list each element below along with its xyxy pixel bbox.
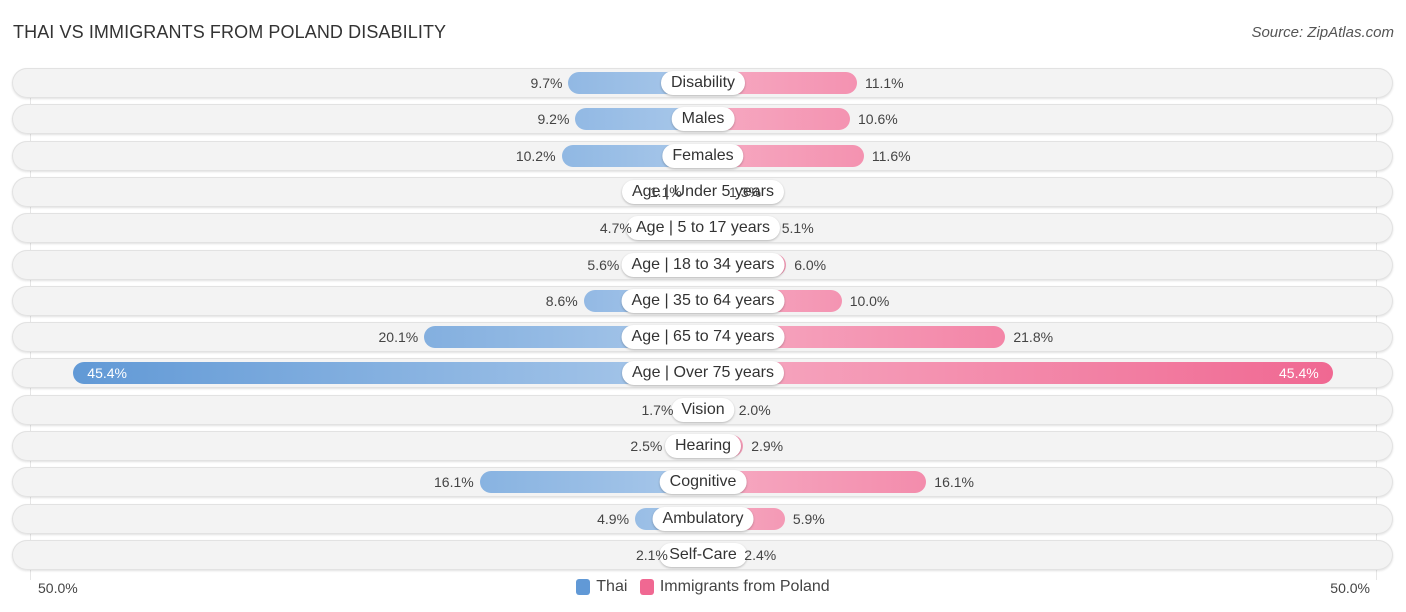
chart-row: Age | 35 to 64 years 8.6% 10.0% xyxy=(12,285,1393,316)
value-label-poland: 2.9% xyxy=(751,438,784,454)
value-label-thai: 4.9% xyxy=(597,510,630,527)
chart-title: THAI VS IMMIGRANTS FROM POLAND DISABILIT… xyxy=(13,22,447,42)
value-label-poland: 2.4% xyxy=(744,546,777,563)
chart-row: Self-Care 2.1% 2.4% xyxy=(12,539,1393,570)
value-label-poland: 5.9% xyxy=(792,510,825,527)
category-label: Age | 18 to 34 years xyxy=(621,252,785,277)
value-label-poland: 45.4% xyxy=(1279,365,1319,382)
value-label-poland: 2.0% xyxy=(738,401,771,418)
value-label-poland: 16.1% xyxy=(934,474,974,491)
category-label: Age | 65 to 74 years xyxy=(621,325,785,350)
category-label: Disability xyxy=(660,71,746,95)
chart-row: Age | 18 to 34 years 5.6% 6.0% xyxy=(12,249,1393,280)
value-label-thai: 9.7% xyxy=(530,75,563,91)
category-label: Cognitive xyxy=(659,470,747,495)
value-label-thai: 5.6% xyxy=(587,256,620,273)
value-label-poland: 11.6% xyxy=(871,147,911,164)
value-label-thai: 2.5% xyxy=(630,438,663,454)
chart-row: Disability 9.7% 11.1% xyxy=(12,68,1393,98)
value-label-thai: 16.1% xyxy=(434,474,474,491)
value-label-thai: 8.6% xyxy=(545,292,578,309)
value-label-thai: 9.2% xyxy=(537,111,570,128)
category-label: Self-Care xyxy=(659,542,747,567)
legend-swatch-thai xyxy=(576,579,591,595)
value-label-thai: 10.2% xyxy=(515,147,556,164)
legend-item-poland: Immigrants from Poland xyxy=(639,578,830,596)
value-label-thai: 1.1% xyxy=(649,183,682,200)
value-label-poland: 10.0% xyxy=(849,292,890,309)
value-label-thai: 45.4% xyxy=(87,365,127,382)
category-label: Age | 35 to 64 years xyxy=(621,288,785,313)
value-label-poland: 1.3% xyxy=(729,183,761,200)
legend-label-thai: Thai xyxy=(596,578,628,595)
chart-row: Vision 1.7% 2.0% xyxy=(12,394,1393,425)
category-label: Vision xyxy=(671,397,735,422)
value-label-poland: 5.1% xyxy=(781,220,814,237)
legend-label-poland: Immigrants from Poland xyxy=(659,578,830,595)
bar-poland xyxy=(703,362,1333,385)
value-label-poland: 6.0% xyxy=(794,256,827,273)
value-label-poland: 10.6% xyxy=(858,111,898,128)
chart-row: Hearing 2.5% 2.9% xyxy=(12,431,1393,461)
chart-row: Age | Under 5 years 1.1% 1.3% xyxy=(12,176,1393,207)
legend-item-thai: Thai xyxy=(576,578,627,596)
value-label-poland: 11.1% xyxy=(864,75,904,91)
category-label: Males xyxy=(671,107,735,132)
chart-row: Females 10.2% 11.6% xyxy=(12,140,1393,171)
chart-row: Males 9.2% 10.6% xyxy=(12,104,1393,135)
category-label: Age | 5 to 17 years xyxy=(625,216,781,241)
source-label: Source: ZipAtlas.com xyxy=(1251,24,1394,41)
chart-row: Age | 5 to 17 years 4.7% 5.1% xyxy=(12,213,1393,244)
bar-thai xyxy=(73,362,703,385)
category-label: Hearing xyxy=(664,434,742,458)
category-label: Age | Over 75 years xyxy=(622,361,784,386)
value-label-thai: 4.7% xyxy=(599,220,632,237)
value-label-thai: 1.7% xyxy=(641,401,674,418)
value-label-thai: 20.1% xyxy=(378,329,419,346)
category-label: Ambulatory xyxy=(652,506,754,531)
chart-row: Age | Over 75 years 45.4% 45.4% xyxy=(12,358,1393,389)
legend-swatch-poland xyxy=(639,579,654,595)
chart-row: Ambulatory 4.9% 5.9% xyxy=(12,503,1393,534)
value-label-poland: 21.8% xyxy=(1013,329,1054,346)
legend: Thai Immigrants from Poland xyxy=(0,578,1406,600)
chart-row: Age | 65 to 74 years 20.1% 21.8% xyxy=(12,322,1393,353)
value-label-thai: 2.1% xyxy=(635,546,668,563)
category-label: Females xyxy=(662,143,744,168)
chart-row: Cognitive 16.1% 16.1% xyxy=(12,467,1393,498)
